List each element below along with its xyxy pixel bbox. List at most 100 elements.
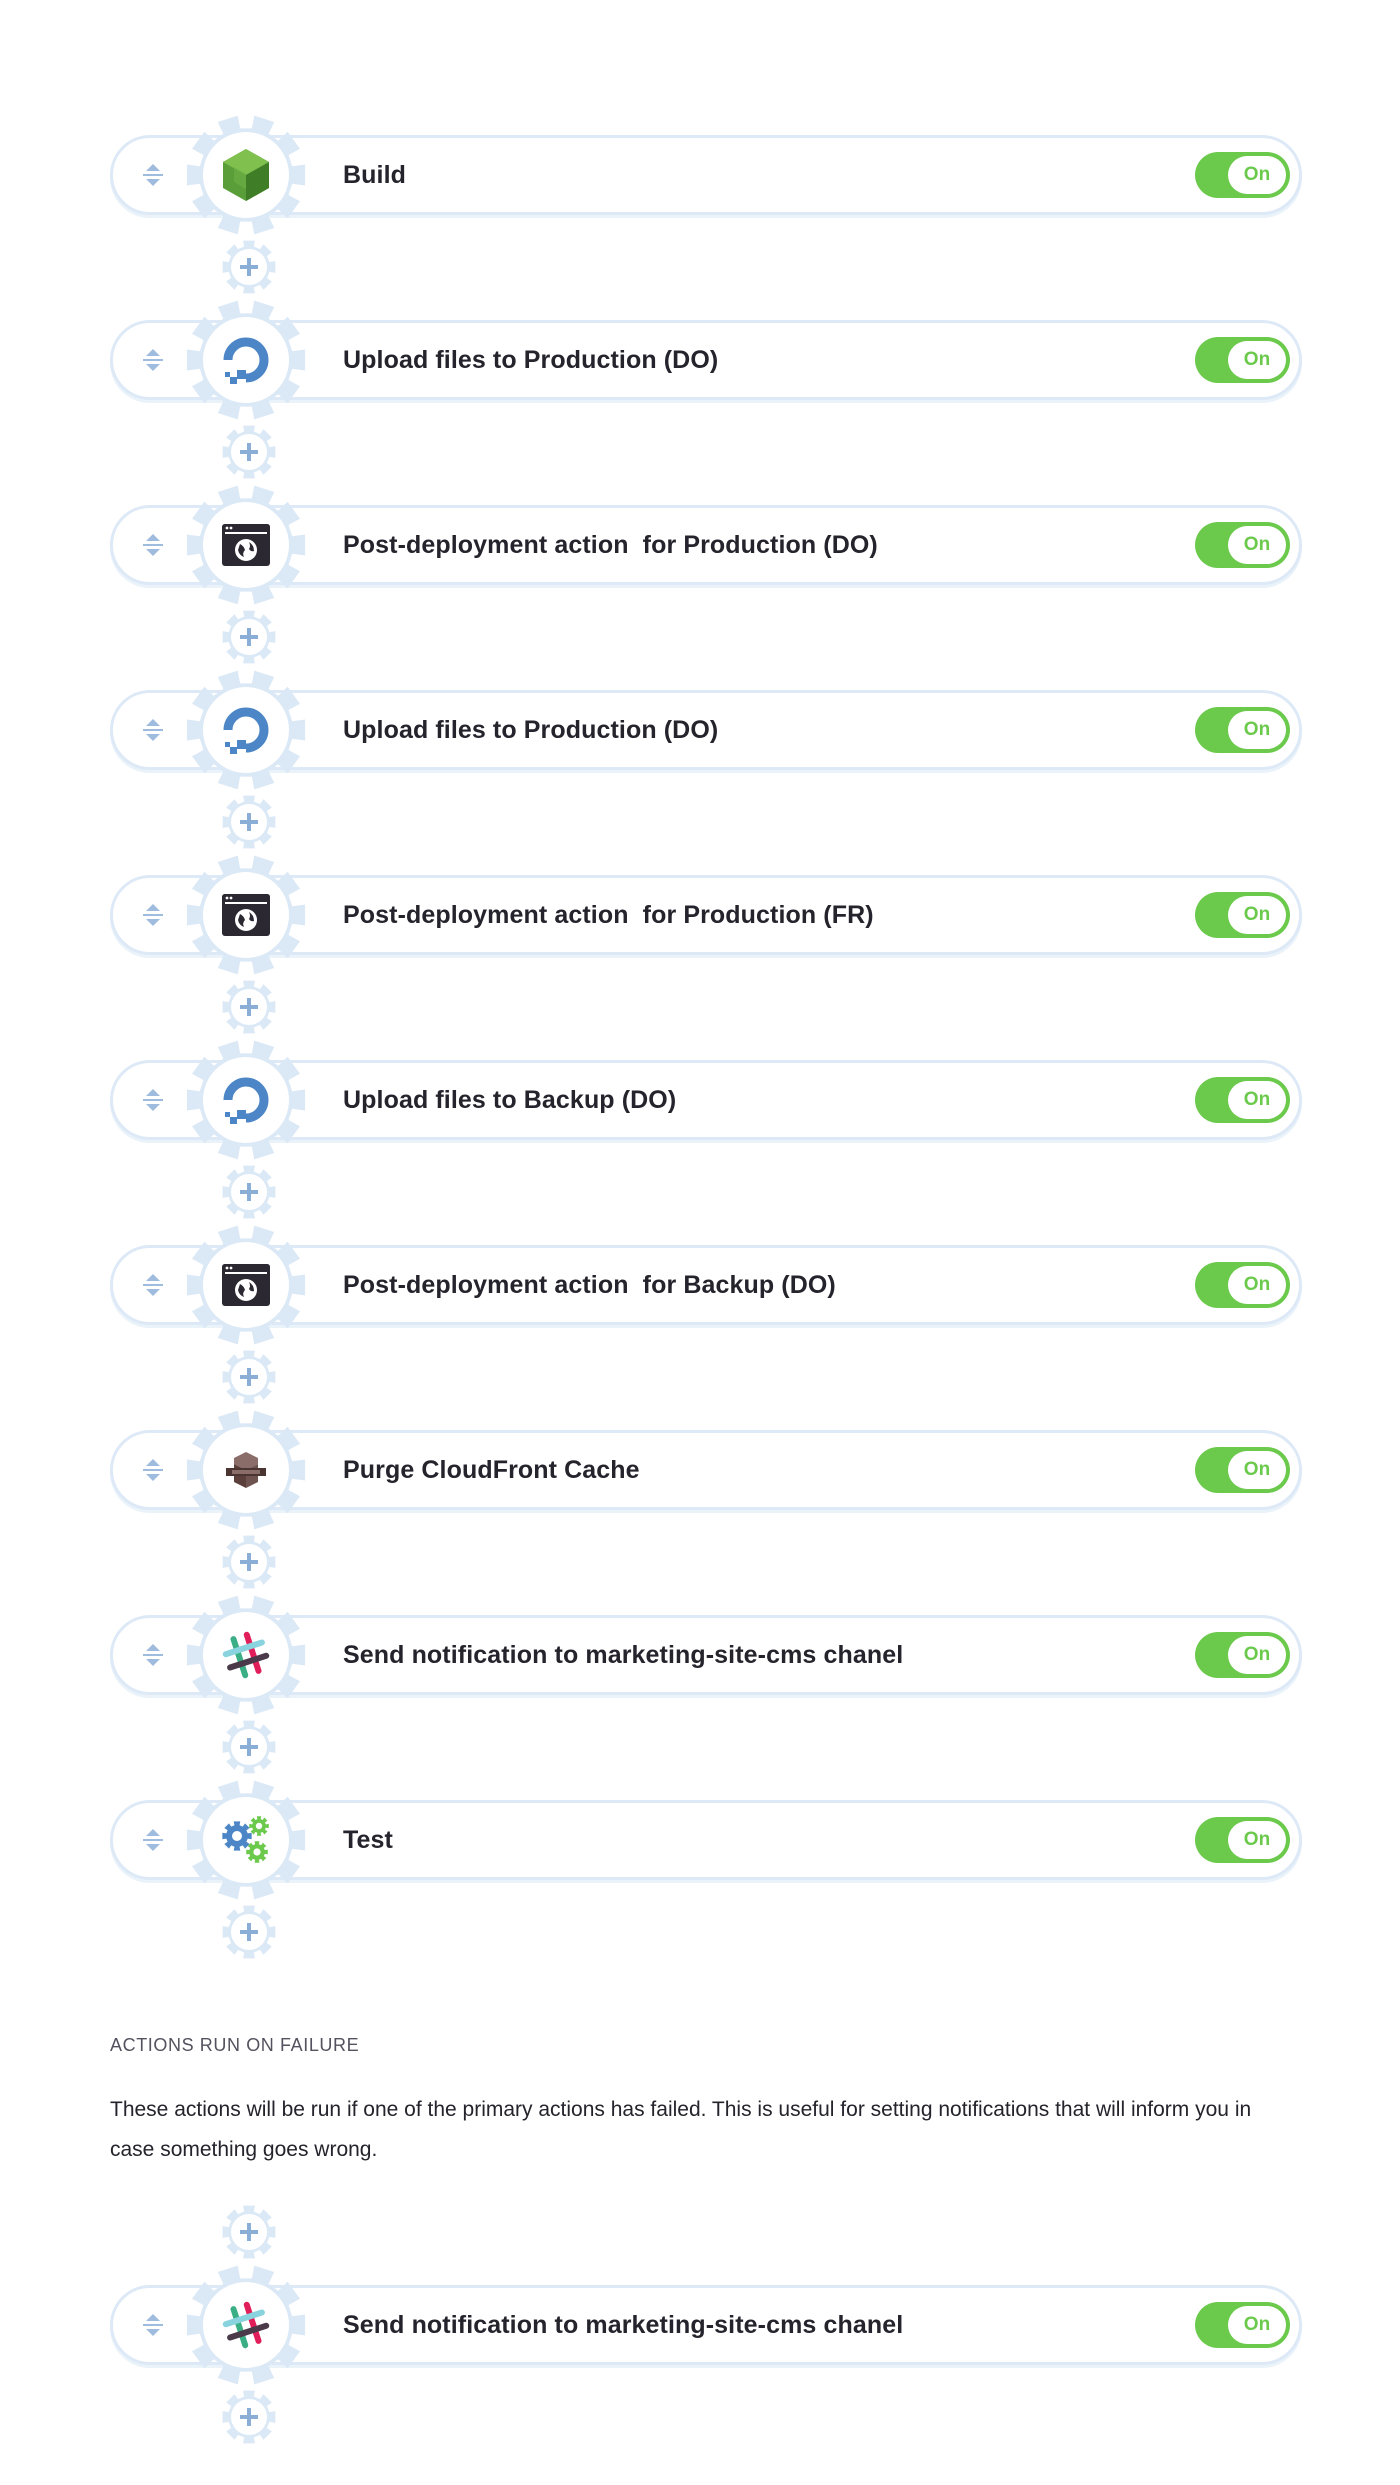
action-gear-badge (186, 855, 306, 975)
drag-handle-icon[interactable] (140, 531, 166, 559)
drag-handle-icon[interactable] (140, 346, 166, 374)
action-label[interactable]: Send notification to marketing-site-cms … (343, 2285, 903, 2365)
toggle-knob: On (1228, 1081, 1286, 1119)
toggle-state-label: On (1243, 164, 1271, 185)
action-row[interactable]: Build On (110, 115, 1302, 235)
drag-handle-icon[interactable] (140, 1826, 166, 1854)
action-label[interactable]: Upload files to Production (DO) (343, 690, 718, 770)
add-action-button[interactable] (222, 1535, 276, 1589)
action-row[interactable]: Test On (110, 1780, 1302, 1900)
toggle-knob: On (1228, 341, 1286, 379)
action-toggle[interactable]: On (1195, 337, 1290, 383)
add-action-button[interactable] (222, 1905, 276, 1959)
action-row[interactable]: Send notification to marketing-site-cms … (110, 1595, 1302, 1715)
toggle-knob: On (1228, 2306, 1286, 2344)
action-label[interactable]: Build (343, 135, 406, 215)
add-action-button[interactable] (222, 1165, 276, 1219)
drag-handle-icon[interactable] (140, 161, 166, 189)
action-row[interactable]: Post-deployment action for Production (D… (110, 485, 1302, 605)
failure-section-title: ACTIONS RUN ON FAILURE (110, 2035, 360, 2055)
plus-icon (222, 1535, 276, 1593)
add-action-button[interactable] (222, 425, 276, 479)
drag-handle-icon[interactable] (140, 901, 166, 929)
action-gear-badge (186, 670, 306, 790)
toggle-knob: On (1228, 1266, 1286, 1304)
toggle-knob: On (1228, 156, 1286, 194)
drag-handle-icon[interactable] (140, 1456, 166, 1484)
action-label[interactable]: Upload files to Backup (DO) (343, 1060, 676, 1140)
action-row[interactable]: Upload files to Backup (DO) On (110, 1040, 1302, 1160)
action-row[interactable]: Send notification to marketing-site-cms … (110, 2265, 1302, 2385)
gears-icon (212, 1806, 280, 1874)
add-action-button[interactable] (222, 795, 276, 849)
slack-icon (212, 1621, 280, 1689)
plus-icon (222, 1905, 276, 1963)
browser-globe-icon (212, 1251, 280, 1319)
action-toggle[interactable]: On (1195, 1262, 1290, 1308)
failure-section-description: These actions will be run if one of the … (110, 2098, 1252, 2161)
toggle-knob: On (1228, 896, 1286, 934)
toggle-knob: On (1228, 526, 1286, 564)
action-toggle[interactable]: On (1195, 2302, 1290, 2348)
action-label[interactable]: Test (343, 1800, 393, 1880)
action-row[interactable]: Upload files to Production (DO) On (110, 670, 1302, 790)
digitalocean-icon (212, 696, 280, 764)
browser-globe-icon (212, 511, 280, 579)
action-gear-badge (186, 115, 306, 235)
action-toggle[interactable]: On (1195, 1447, 1290, 1493)
action-toggle[interactable]: On (1195, 522, 1290, 568)
add-action-button[interactable] (222, 610, 276, 664)
drag-handle-icon[interactable] (140, 716, 166, 744)
toggle-state-label: On (1243, 904, 1271, 925)
action-toggle[interactable]: On (1195, 1632, 1290, 1678)
toggle-knob: On (1228, 1821, 1286, 1859)
action-row[interactable]: Upload files to Production (DO) On (110, 300, 1302, 420)
plus-icon (222, 980, 276, 1038)
digitalocean-icon (212, 326, 280, 394)
plus-icon (222, 1720, 276, 1778)
add-action-button[interactable] (222, 240, 276, 294)
drag-handle-icon[interactable] (140, 1641, 166, 1669)
action-gear-badge (186, 1410, 306, 1530)
plus-icon (222, 795, 276, 853)
action-toggle[interactable]: On (1195, 1817, 1290, 1863)
action-row[interactable]: Post-deployment action for Backup (DO) On (110, 1225, 1302, 1345)
action-label[interactable]: Post-deployment action for Production (F… (343, 875, 874, 955)
action-gear-badge (186, 1780, 306, 1900)
plus-icon (222, 610, 276, 668)
action-label[interactable]: Upload files to Production (DO) (343, 320, 718, 400)
drag-handle-icon[interactable] (140, 1086, 166, 1114)
drag-handle-icon[interactable] (140, 1271, 166, 1299)
action-label[interactable]: Send notification to marketing-site-cms … (343, 1615, 903, 1695)
plus-icon (222, 1165, 276, 1223)
toggle-state-label: On (1243, 534, 1271, 555)
action-label[interactable]: Post-deployment action for Backup (DO) (343, 1245, 836, 1325)
action-label[interactable]: Purge CloudFront Cache (343, 1430, 640, 1510)
toggle-state-label: On (1243, 1089, 1271, 1110)
add-action-button[interactable] (222, 1720, 276, 1774)
drag-handle-icon[interactable] (140, 2311, 166, 2339)
add-action-button[interactable] (222, 1350, 276, 1404)
add-action-button[interactable] (222, 980, 276, 1034)
action-toggle[interactable]: On (1195, 892, 1290, 938)
toggle-knob: On (1228, 711, 1286, 749)
add-action-button[interactable] (222, 2205, 276, 2259)
toggle-state-label: On (1243, 349, 1271, 370)
digitalocean-icon (212, 1066, 280, 1134)
action-toggle[interactable]: On (1195, 152, 1290, 198)
toggle-state-label: On (1243, 1644, 1271, 1665)
action-row[interactable]: Post-deployment action for Production (F… (110, 855, 1302, 975)
add-action-button[interactable] (222, 2390, 276, 2444)
action-toggle[interactable]: On (1195, 707, 1290, 753)
action-toggle[interactable]: On (1195, 1077, 1290, 1123)
toggle-state-label: On (1243, 1829, 1271, 1850)
toggle-state-label: On (1243, 1274, 1271, 1295)
toggle-knob: On (1228, 1636, 1286, 1674)
action-label[interactable]: Post-deployment action for Production (D… (343, 505, 878, 585)
action-row[interactable]: Purge CloudFront Cache On (110, 1410, 1302, 1530)
toggle-knob: On (1228, 1451, 1286, 1489)
action-gear-badge (186, 300, 306, 420)
browser-globe-icon (212, 881, 280, 949)
plus-icon (222, 240, 276, 298)
plus-icon (222, 2205, 276, 2263)
